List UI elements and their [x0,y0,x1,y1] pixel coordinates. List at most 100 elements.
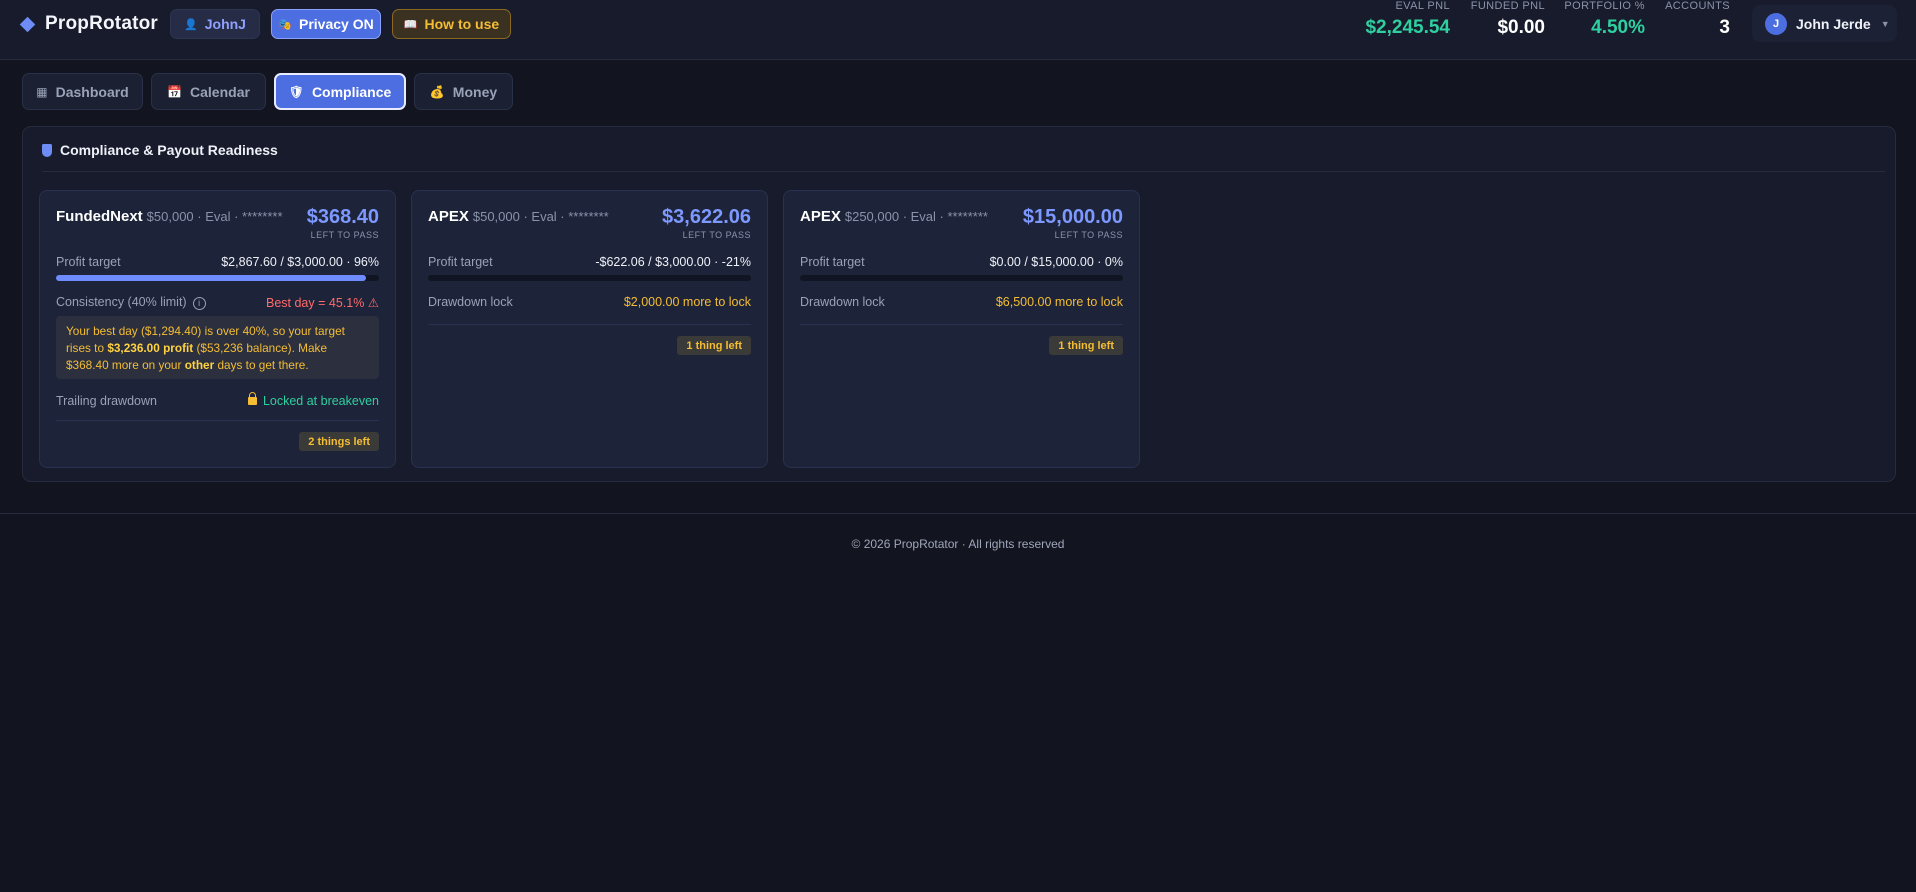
card-amount: $3,622.06 [662,206,751,228]
lock-icon [247,392,257,405]
panel-title-text: Compliance & Payout Readiness [60,142,278,158]
row-label: Trailing drawdown [56,394,157,408]
card-firm: FundedNext [56,208,143,225]
tab-dashboard[interactable]: ▦ Dashboard [22,73,143,110]
account-card-apex-50k[interactable]: APEX $50,000 · Eval · ******** $3,622.06 … [411,190,768,468]
trailing-value: Locked at breakeven [262,394,379,408]
row-value: Locked at breakeven [247,392,379,408]
row-label: Consistency (40% limit) i [56,295,206,310]
consistency-label: Consistency (40% limit) [56,295,187,309]
card-header: APEX $250,000 · Eval · ******** $15,000.0… [800,206,1123,248]
divider [428,324,751,325]
divider [42,171,1885,172]
stat-label: PORTFOLIO % [1564,0,1645,12]
top-bar: PropRotator 👤 JohnJ 🎭 Privacy ON 📖 How t… [0,0,1916,60]
row-value: $0.00 / $15,000.00 · 0% [989,255,1123,269]
card-header: APEX $50,000 · Eval · ******** $3,622.06 … [428,206,751,248]
tab-compliance[interactable]: 🛡 Compliance [274,73,406,110]
compliance-panel: Compliance & Payout Readiness FundedNext… [22,126,1896,482]
divider [56,420,379,421]
stat-label: ACCOUNTS [1665,0,1730,12]
row-label: Drawdown lock [800,295,885,309]
divider [800,324,1123,325]
consistency-row: Consistency (40% limit) i Best day = 45.1… [56,295,379,313]
privacy-toggle-button[interactable]: 🎭 Privacy ON [271,9,381,39]
footer-divider [0,513,1916,514]
row-label: Profit target [56,255,121,269]
stat-accounts: ACCOUNTS 3 [1660,0,1730,39]
user-name: John Jerde [1796,15,1871,32]
info-icon[interactable]: i [192,297,206,310]
card-meta: $50,000 · Eval · ******** [472,209,609,224]
tab-money[interactable]: 💰 Money [414,73,513,110]
shield-icon [42,143,52,157]
stat-funded-pnl: FUNDED PNL $0.00 [1465,0,1545,39]
row-value: $2,867.60 / $3,000.00 · 96% [221,255,379,269]
warning-text: days to get there. [214,358,309,372]
tab-calendar[interactable]: 📅 Calendar [151,73,266,110]
calendar-icon: 📅 [167,84,183,99]
account-card-apex-250k[interactable]: APEX $250,000 · Eval · ******** $15,000.0… [783,190,1140,468]
panel-title: Compliance & Payout Readiness [42,142,278,158]
stat-value: 3 [1719,17,1730,38]
user-icon: 👤 [184,18,198,31]
avatar: J [1765,12,1787,35]
user-menu-button[interactable]: J John Jerde ▼ [1752,5,1897,42]
book-icon: 📖 [403,18,418,31]
stat-label: FUNDED PNL [1470,0,1545,12]
how-to-use-button[interactable]: 📖 How to use [392,9,511,39]
profit-target-row: Profit target $0.00 / $15,000.00 · 0% [800,255,1123,273]
grid-icon: ▦ [36,84,48,99]
stat-portfolio-percent: PORTFOLIO % 4.50% [1560,0,1645,39]
card-amount: $15,000.00 [1022,206,1123,228]
user-pill-label: JohnJ [204,16,246,32]
row-label: Profit target [800,255,865,269]
footer-copyright: © 2026 PropRotator · All rights reserved [851,537,1065,551]
status-badge: 2 things left [299,432,379,451]
warning-bold: other [184,358,215,372]
mask-icon: 🎭 [278,18,292,31]
row-label: Profit target [428,255,493,269]
card-amount-sub: LEFT TO PASS [682,230,751,240]
progress-fill [56,275,367,281]
stat-label: EVAL PNL [1395,0,1450,12]
row-value: -$622.06 / $3,000.00 · -21% [595,255,751,269]
brand-logo-icon [19,16,36,32]
consistency-warning: Your best day ($1,294.40) is over 40%, s… [56,316,379,379]
chevron-down-icon: ▼ [1880,18,1890,29]
profit-target-row: Profit target -$622.06 / $3,000.00 · -21… [428,255,751,273]
tab-label: Dashboard [55,83,129,100]
stat-eval-pnl: EVAL PNL $2,245.54 [1360,0,1450,39]
card-meta: $250,000 · Eval · ******** [844,209,988,224]
tab-label: Compliance [311,83,392,100]
progress-bar [800,275,1123,281]
brand-name: PropRotator [45,13,159,34]
tab-label: Calendar [190,83,250,100]
drawdown-lock-row: Drawdown lock $2,000.00 more to lock [428,295,751,313]
card-header: FundedNext $50,000 · Eval · ******** $368… [56,206,379,248]
status-badge: 1 thing left [1049,336,1123,355]
row-value: $2,000.00 more to lock [623,295,751,309]
card-amount-sub: LEFT TO PASS [1054,230,1123,240]
money-bag-icon: 💰 [429,84,445,99]
profit-target-row: Profit target $2,867.60 / $3,000.00 · 96… [56,255,379,273]
card-firm: APEX [800,208,841,225]
status-badge: 1 thing left [677,336,751,355]
privacy-label: Privacy ON [298,16,374,32]
card-amount: $368.40 [306,206,379,228]
progress-bar [428,275,751,281]
trailing-drawdown-row: Trailing drawdown Locked at breakeven [56,392,379,412]
user-pill-button[interactable]: 👤 JohnJ [170,9,260,39]
row-value: Best day = 45.1% ⚠ [265,296,379,310]
card-meta: $50,000 · Eval · ******** [146,209,283,224]
row-label: Drawdown lock [428,295,513,309]
warning-bold: $3,236.00 profit [107,341,194,355]
how-to-use-label: How to use [424,16,500,32]
account-card-fundednext[interactable]: FundedNext $50,000 · Eval · ******** $368… [39,190,396,468]
tab-label: Money [452,83,498,100]
stat-value: 4.50% [1591,17,1645,38]
brand[interactable]: PropRotator [19,13,159,35]
row-value: $6,500.00 more to lock [995,295,1123,309]
progress-bar [56,275,379,281]
drawdown-lock-row: Drawdown lock $6,500.00 more to lock [800,295,1123,313]
